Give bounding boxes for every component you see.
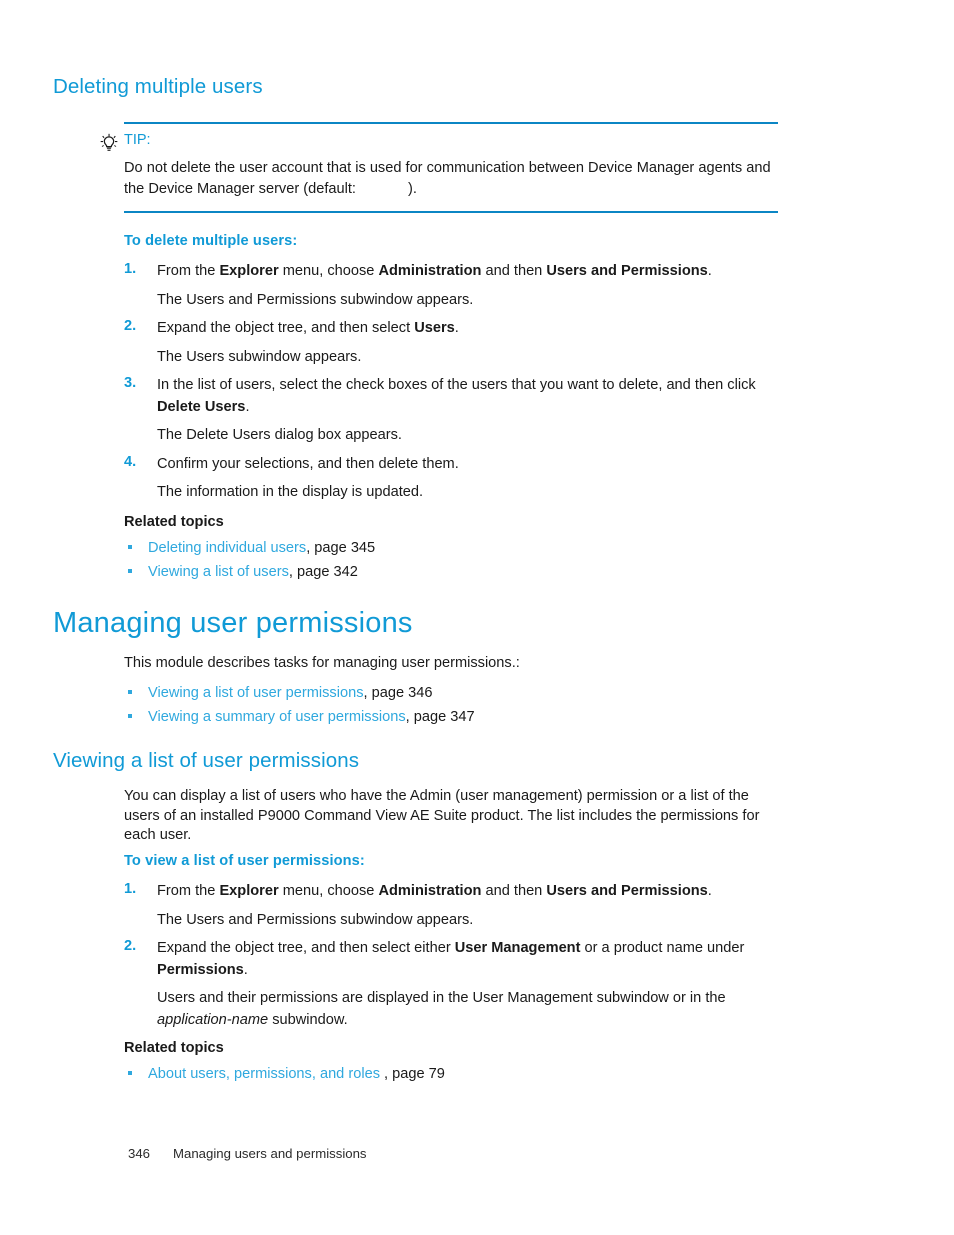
- bullet-icon: [128, 714, 132, 718]
- list-item[interactable]: Viewing a summary of user permissions, p…: [124, 705, 784, 729]
- chapter-heading-managing-user-permissions: Managing user permissions: [53, 607, 413, 639]
- tip-body-text: Do not delete the user account that is u…: [124, 158, 774, 200]
- emphasis-bold: Users and Permissions: [546, 263, 708, 279]
- cross-reference-page: , page 79: [384, 1066, 445, 1082]
- procedure-steps-delete: 1. From the Explorer menu, choose Admini…: [124, 261, 784, 511]
- lightbulb-icon: [99, 133, 119, 153]
- related-topics-list: Deleting individual users, page 345 View…: [124, 536, 784, 584]
- bullet-icon: [128, 545, 132, 549]
- document-page: Deleting multiple users TIP: Do not dele…: [0, 0, 954, 1235]
- step-text: In the list of users, select the check b…: [157, 377, 756, 415]
- emphasis-bold: Administration: [378, 883, 482, 899]
- chapter-intro-text: This module describes tasks for managing…: [124, 655, 520, 671]
- step-number: 2.: [124, 938, 137, 954]
- procedure-title-delete-multiple-users: To delete multiple users:: [124, 233, 298, 249]
- step-number: 1.: [124, 261, 137, 277]
- emphasis-bold: User Management: [454, 940, 581, 956]
- step-result: The Delete Users dialog box appears.: [157, 427, 402, 443]
- cross-reference-page: , page 347: [405, 709, 475, 725]
- emphasis-bold: Users and Permissions: [546, 883, 708, 899]
- step-number: 3.: [124, 375, 137, 391]
- cross-reference-page: , page 345: [306, 540, 376, 556]
- bullet-list: Viewing a list of user permissions, page…: [124, 681, 784, 729]
- step-result-rich: Users and their permissions are displaye…: [157, 990, 726, 1028]
- related-topics-block-1: Related topics Deleting individual users…: [124, 514, 784, 584]
- tip-label: TIP:: [124, 131, 151, 148]
- tip-text-before: Do not delete the user account that is u…: [124, 159, 771, 197]
- step-item: 4. Confirm your selections, and then del…: [124, 454, 784, 476]
- related-topics-block-2: Related topics About users, permissions,…: [124, 1040, 784, 1086]
- step-number: 2.: [124, 318, 137, 334]
- cross-reference-link[interactable]: Viewing a summary of user permissions: [148, 709, 406, 725]
- step-item: 1. From the Explorer menu, choose Admini…: [124, 261, 784, 283]
- emphasis-bold: Explorer: [219, 883, 279, 899]
- emphasis-bold: Delete Users: [157, 398, 246, 415]
- list-item[interactable]: Deleting individual users, page 345: [124, 536, 784, 560]
- list-item[interactable]: About users, permissions, and roles , pa…: [124, 1062, 784, 1086]
- cross-reference-link[interactable]: Viewing a list of users: [148, 564, 289, 580]
- tip-top-rule: [124, 122, 778, 124]
- footer-page-number: 346: [128, 1146, 151, 1161]
- tip-admonition: TIP: Do not delete the user account that…: [100, 122, 778, 213]
- procedure-steps-view: 1. From the Explorer menu, choose Admini…: [124, 881, 784, 1038]
- emphasis-bold: Explorer: [219, 263, 279, 279]
- step-item: 2. Expand the object tree, and then sele…: [124, 938, 784, 981]
- step-text: From the Explorer menu, choose Administr…: [157, 883, 712, 899]
- step-result: The Users and Permissions subwindow appe…: [157, 291, 474, 308]
- emphasis-bold: Users: [414, 320, 455, 336]
- bullet-icon: [128, 690, 132, 694]
- step-item: 1. From the Explorer menu, choose Admini…: [124, 881, 784, 903]
- procedure-title-view-user-permissions: To view a list of user permissions:: [124, 853, 365, 869]
- page-footer: 346 Managing users and permissions: [128, 1146, 367, 1161]
- step-result: The Users and Permissions subwindow appe…: [157, 911, 474, 928]
- step-text: Expand the object tree, and then select …: [157, 940, 745, 978]
- list-item[interactable]: Viewing a list of users, page 342: [124, 560, 784, 584]
- cross-reference-page: , page 342: [288, 564, 358, 580]
- related-topics-title: Related topics: [124, 514, 224, 530]
- step-result: The information in the display is update…: [157, 484, 424, 500]
- emphasis-bold: Permissions: [157, 961, 244, 978]
- section-heading-deleting-multiple-users: Deleting multiple users: [53, 75, 263, 98]
- bullet-icon: [128, 1071, 132, 1075]
- topic-body-text: You can display a list of users who have…: [124, 788, 760, 843]
- cross-reference-page: , page 346: [363, 685, 433, 701]
- bullet-icon: [128, 569, 132, 573]
- step-number: 1.: [124, 881, 137, 897]
- step-text: Expand the object tree, and then select …: [157, 320, 459, 336]
- cross-reference-link[interactable]: Viewing a list of user permissions: [148, 685, 364, 701]
- topic-heading-viewing-list-user-permissions: Viewing a list of user permissions: [53, 749, 360, 772]
- related-topics-list: About users, permissions, and roles , pa…: [124, 1062, 784, 1086]
- step-item: 3. In the list of users, select the chec…: [124, 375, 784, 418]
- step-text: Confirm your selections, and then delete…: [157, 455, 459, 472]
- cross-reference-link[interactable]: Deleting individual users: [148, 540, 306, 556]
- chapter-links-list: Viewing a list of user permissions, page…: [124, 681, 784, 729]
- related-topics-title: Related topics: [124, 1040, 224, 1056]
- tip-bottom-rule: [124, 210, 778, 213]
- footer-chapter-name: Managing users and permissions: [173, 1146, 367, 1161]
- emphasis-bold: Administration: [378, 263, 482, 279]
- tip-text-after: ).: [408, 180, 417, 197]
- step-text: From the Explorer menu, choose Administr…: [157, 263, 712, 279]
- step-item: 2. Expand the object tree, and then sele…: [124, 318, 784, 340]
- cross-reference-link[interactable]: About users, permissions, and roles: [148, 1066, 384, 1082]
- emphasis-italic: application-name: [157, 1011, 269, 1028]
- list-item[interactable]: Viewing a list of user permissions, page…: [124, 681, 784, 705]
- step-number: 4.: [124, 453, 137, 470]
- step-result: The Users subwindow appears.: [157, 348, 362, 365]
